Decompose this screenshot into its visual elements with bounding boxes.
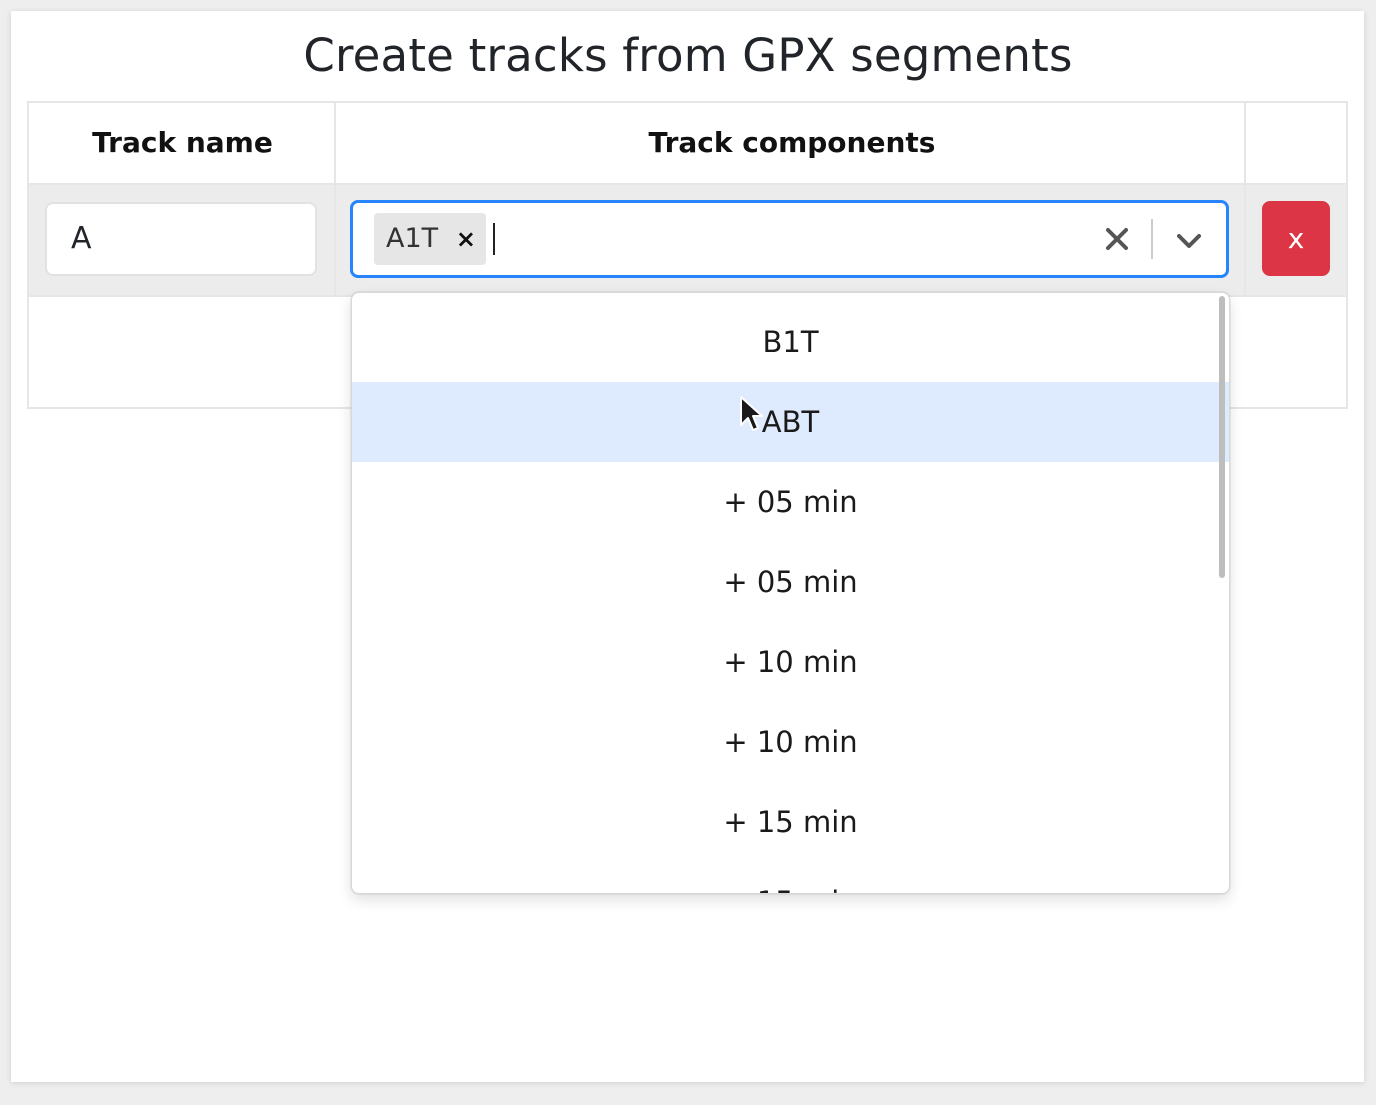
options-list: B1T ABT + 05 min + 05 min + 10 min + 10 … <box>352 302 1229 893</box>
chevron-down-icon[interactable] <box>1173 225 1205 257</box>
header-actions <box>1248 103 1348 183</box>
header-track-name: Track name <box>92 126 273 159</box>
selected-chip: A1T × <box>374 213 486 265</box>
dropdown-option[interactable]: + 15 min <box>352 782 1229 862</box>
column-divider <box>334 103 336 295</box>
dropdown-option[interactable]: + 15 min <box>352 862 1229 893</box>
track-name-input[interactable]: A <box>45 202 317 276</box>
dropdown-option[interactable]: + 10 min <box>352 702 1229 782</box>
dropdown-option[interactable]: + 05 min <box>352 462 1229 542</box>
indicator-separator <box>1151 219 1153 259</box>
track-components-select[interactable]: A1T × <box>350 200 1229 278</box>
clear-icon[interactable] <box>1101 223 1133 255</box>
text-caret <box>493 223 495 255</box>
dropdown-option[interactable]: + 05 min <box>352 542 1229 622</box>
mouse-cursor-icon <box>740 396 763 431</box>
column-divider <box>1244 103 1246 295</box>
delete-row-button[interactable]: x <box>1262 201 1330 276</box>
dropdown-option[interactable]: ABT <box>352 382 1229 462</box>
components-dropdown-menu: B1T ABT + 05 min + 05 min + 10 min + 10 … <box>351 292 1230 894</box>
menu-scrollbar[interactable] <box>1219 296 1225 578</box>
dropdown-option[interactable]: B1T <box>352 302 1229 382</box>
table-header-row: Track name Track components <box>29 103 1346 185</box>
header-track-components: Track components <box>648 126 936 159</box>
close-icon[interactable]: × <box>456 213 476 265</box>
chip-label: A1T <box>386 223 439 254</box>
dropdown-option[interactable]: + 10 min <box>352 622 1229 702</box>
page-title: Create tracks from GPX segments <box>303 29 1073 82</box>
